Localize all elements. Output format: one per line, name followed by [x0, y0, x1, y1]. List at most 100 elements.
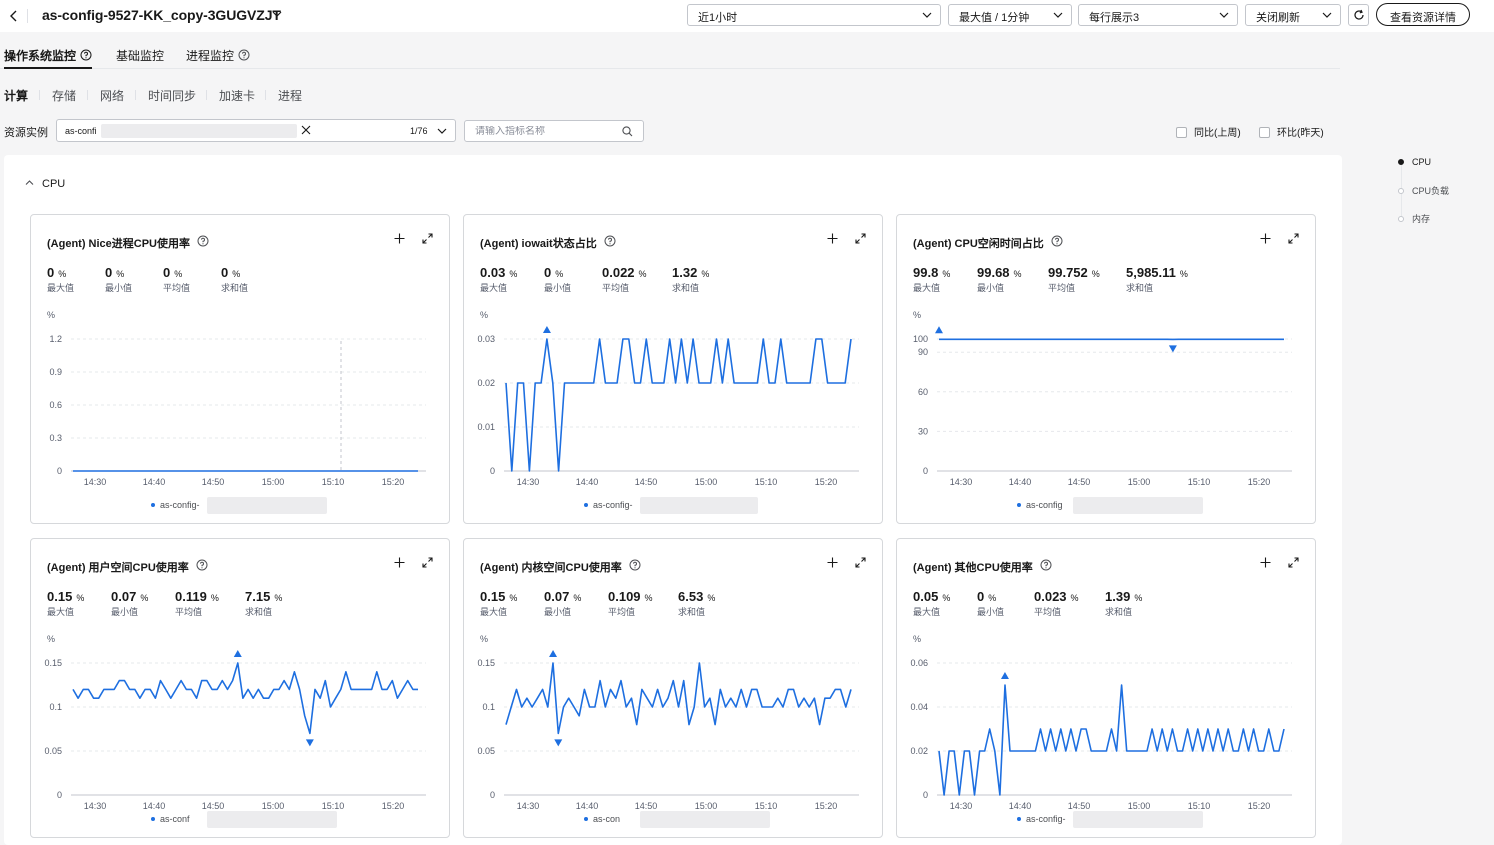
stat-number: 1.32 — [672, 265, 697, 280]
compare-mom-checkbox[interactable]: 环比(昨天) — [1259, 124, 1324, 139]
expand-icon[interactable] — [855, 233, 866, 244]
add-icon[interactable] — [394, 557, 405, 568]
y-tick-label: 0.06 — [910, 658, 928, 668]
add-icon[interactable] — [827, 557, 838, 568]
x-tick-label: 14:50 — [202, 801, 225, 811]
tab-os-monitoring[interactable]: 操作系统监控 — [4, 47, 92, 69]
expand-icon[interactable] — [422, 557, 433, 568]
anchor-label: CPU — [1412, 157, 1431, 167]
subtab-compute[interactable]: 计算 — [4, 87, 28, 104]
expand-icon[interactable] — [855, 557, 866, 568]
chart-legend[interactable]: as-config- — [584, 500, 633, 510]
card-title-text: (Agent) iowait状态占比 — [480, 238, 597, 250]
add-icon[interactable] — [1260, 557, 1271, 568]
chart-legend[interactable]: as-conf — [151, 814, 190, 824]
compare-yoy-checkbox[interactable]: 同比(上周) — [1176, 124, 1241, 139]
stat-block: 0%最小值 — [977, 589, 1004, 618]
stat-label: 最小值 — [544, 605, 581, 618]
stat-number: 0.05 — [913, 589, 938, 604]
y-tick-label: 0.05 — [44, 746, 62, 756]
help-icon[interactable] — [629, 559, 641, 571]
x-tick-label: 14:30 — [950, 477, 973, 487]
view-resource-detail-button[interactable]: 查看资源详情 — [1376, 3, 1470, 26]
checkbox-box[interactable] — [1259, 127, 1270, 138]
anchor-nav: CPU CPU负载 内存 — [1396, 155, 1466, 235]
anchor-dot — [1398, 216, 1404, 222]
line-chart[interactable]: %0.150.10.05014:3014:4014:5015:0015:1015… — [31, 629, 451, 814]
subtab-accelerator[interactable]: 加速卡 — [219, 87, 255, 104]
add-icon[interactable] — [827, 233, 838, 244]
metric-search-input[interactable] — [475, 126, 615, 137]
chart-legend[interactable]: as-config- — [1017, 814, 1066, 824]
anchor-item-cpu-load[interactable]: CPU负载 — [1396, 184, 1449, 197]
stat-number: 0 — [105, 265, 112, 280]
help-icon[interactable] — [80, 49, 92, 61]
auto-refresh-select[interactable]: 关闭刷新 — [1245, 4, 1341, 26]
chart-legend[interactable]: as-config — [1017, 500, 1063, 510]
stat-number: 0.07 — [544, 589, 569, 604]
chart-legend[interactable]: as-config- — [151, 500, 200, 510]
stat-label: 平均值 — [608, 605, 653, 618]
chevron-down-icon[interactable] — [272, 10, 282, 18]
series-line[interactable] — [506, 339, 851, 471]
legend-label: as-config- — [1026, 814, 1066, 824]
tab-process-monitoring[interactable]: 进程监控 — [186, 47, 250, 69]
checkbox-box[interactable] — [1176, 127, 1187, 138]
line-chart[interactable]: %0.150.10.05014:3014:4014:5015:0015:1015… — [464, 629, 884, 814]
aggregation-select[interactable]: 最大值 / 1分钟 — [948, 4, 1072, 26]
stat-block: 0.109%平均值 — [608, 589, 653, 618]
expand-icon[interactable] — [1288, 557, 1299, 568]
help-icon[interactable] — [1051, 235, 1063, 247]
stat-label: 最小值 — [977, 605, 1004, 618]
subtab-process[interactable]: 进程 — [278, 87, 302, 104]
help-icon[interactable] — [604, 235, 616, 247]
stat-label: 最大值 — [480, 281, 517, 294]
expand-icon[interactable] — [1288, 233, 1299, 244]
subtab-time-sync[interactable]: 时间同步 — [148, 87, 196, 104]
help-icon[interactable] — [197, 235, 209, 247]
close-icon[interactable] — [301, 125, 311, 135]
back-arrow-icon[interactable] — [8, 9, 20, 23]
stat-value: 0% — [105, 265, 132, 280]
series-line[interactable] — [506, 663, 851, 733]
anchor-item-memory[interactable]: 内存 — [1396, 212, 1430, 225]
y-tick-label: 0.03 — [477, 334, 495, 344]
y-tick-label: 100 — [913, 334, 928, 344]
search-icon[interactable] — [622, 126, 633, 137]
anchor-item-cpu[interactable]: CPU — [1396, 157, 1431, 167]
stat-label: 平均值 — [163, 281, 190, 294]
x-tick-label: 14:30 — [84, 801, 107, 811]
legend-label: as-con — [593, 814, 620, 824]
add-icon[interactable] — [394, 233, 405, 244]
y-tick-label: 0 — [490, 466, 495, 476]
metric-search-field[interactable] — [464, 120, 644, 142]
series-line[interactable] — [939, 685, 1284, 795]
section-header-cpu[interactable]: CPU — [25, 178, 65, 190]
stat-label: 最大值 — [913, 605, 950, 618]
help-icon[interactable] — [1040, 559, 1052, 571]
time-range-select[interactable]: 近1小时 — [687, 4, 941, 26]
stat-label: 求和值 — [1105, 605, 1142, 618]
line-chart[interactable]: %0.030.020.01014:3014:4014:5015:0015:101… — [464, 305, 884, 490]
stat-value: 0.15% — [47, 589, 84, 604]
subtab-network[interactable]: 网络 — [100, 87, 124, 104]
help-icon[interactable] — [238, 49, 250, 61]
refresh-button[interactable] — [1348, 4, 1369, 26]
expand-icon[interactable] — [422, 233, 433, 244]
stat-value: 0.119% — [175, 589, 219, 604]
add-icon[interactable] — [1260, 233, 1271, 244]
line-chart[interactable]: %1.20.90.60.3014:3014:4014:5015:0015:101… — [31, 305, 451, 490]
tab-basic-monitoring[interactable]: 基础监控 — [116, 47, 164, 69]
subtab-storage[interactable]: 存储 — [52, 87, 76, 104]
stat-number: 0 — [221, 265, 228, 280]
stat-number: 99.68 — [977, 265, 1010, 280]
line-chart[interactable]: %100906030014:3014:4014:5015:0015:1015:2… — [897, 305, 1317, 490]
stat-number: 0.109 — [608, 589, 641, 604]
per-row-select[interactable]: 每行展示3 — [1078, 4, 1238, 26]
line-chart[interactable]: %0.060.040.02014:3014:4014:5015:0015:101… — [897, 629, 1317, 814]
resource-select[interactable]: as-confi 1/76 — [56, 119, 456, 142]
stat-block: 0%最小值 — [105, 265, 132, 294]
help-icon[interactable] — [196, 559, 208, 571]
chart-legend[interactable]: as-con — [584, 814, 620, 824]
series-line[interactable] — [73, 663, 418, 733]
